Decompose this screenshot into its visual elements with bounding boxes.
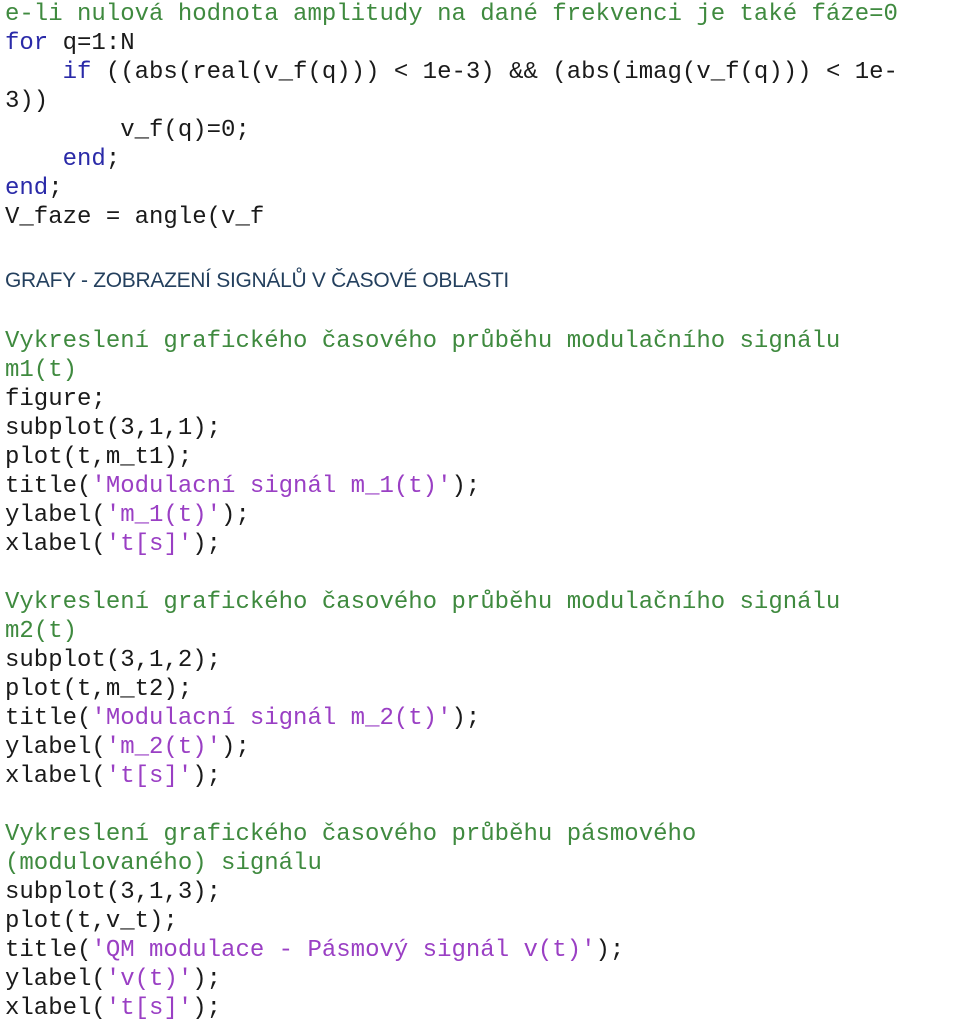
keyword: for	[5, 30, 49, 57]
code-line-ylabel: ylabel('m_1(t)');	[5, 501, 960, 530]
code-text: q=1:N	[48, 30, 135, 57]
string-literal: 'QM modulace - Pásmový signál v(t)'	[91, 937, 596, 964]
code-text: title(	[5, 473, 92, 500]
code-comment: Vykreslení grafického časového průběhu p…	[5, 821, 697, 848]
code-text: );	[451, 473, 481, 500]
string-literal: 't[s]'	[105, 995, 193, 1022]
string-literal: 'Modulacní signál m_1(t)'	[91, 473, 452, 500]
code-text: ylabel(	[5, 966, 106, 993]
code-comment: m2(t)	[5, 618, 78, 645]
code-line-figure: figure;	[5, 386, 106, 413]
code-line-subplot: subplot(3,1,3);	[5, 879, 222, 906]
code-line-end-inner: end;	[5, 145, 960, 174]
code-line-subplot: subplot(3,1,1);	[5, 415, 222, 442]
code-line-title: title('QM modulace - Pásmový signál v(t)…	[5, 936, 960, 965]
code-text: );	[451, 705, 481, 732]
code-line-ylabel: ylabel('v(t)');	[5, 965, 960, 994]
code-text: ;	[48, 175, 63, 202]
code-text: title(	[5, 705, 92, 732]
code-line-title: title('Modulacní signál m_2(t)');	[5, 704, 960, 733]
code-text: title(	[5, 937, 92, 964]
code-line-if-wrap: 3))	[5, 88, 49, 115]
code-line-ylabel: ylabel('m_2(t)');	[5, 733, 960, 762]
string-literal: 'Modulacní signál m_2(t)'	[91, 705, 452, 732]
string-literal: 'm_1(t)'	[105, 502, 222, 529]
string-literal: 'm_2(t)'	[105, 734, 222, 761]
string-literal: 't[s]'	[105, 531, 193, 558]
code-line-assign: v_f(q)=0;	[5, 117, 250, 144]
code-comment: (modulovaného) signálu	[5, 850, 322, 877]
code-text: );	[192, 531, 222, 558]
code-comment: e-li nulová hodnota amplitudy na dané fr…	[5, 1, 898, 28]
code-line-xlabel: xlabel('t[s]');	[5, 762, 960, 791]
code-comment: m1(t)	[5, 357, 78, 384]
code-line-title: title('Modulacní signál m_1(t)');	[5, 472, 960, 501]
code-text: ylabel(	[5, 502, 106, 529]
keyword: end	[5, 175, 49, 202]
code-text: ((abs(real(v_f(q))) < 1e-3) && (abs(imag…	[91, 59, 898, 86]
keyword: if	[62, 59, 92, 86]
code-line-subplot: subplot(3,1,2);	[5, 647, 222, 674]
code-text: );	[192, 763, 222, 790]
code-line-end-outer: end;	[5, 174, 960, 203]
code-text: );	[221, 502, 250, 529]
code-comment: Vykreslení grafického časového průběhu m…	[5, 589, 841, 616]
section-heading: GRAFY - ZOBRAZENÍ SIGNÁLŮ V ČASOVÉ OBLAS…	[5, 269, 509, 292]
code-text: xlabel(	[5, 763, 106, 790]
code-line-plot: plot(t,m_t1);	[5, 444, 193, 471]
code-document: e-li nulová hodnota amplitudy na dané fr…	[5, 0, 960, 1023]
code-line-plot: plot(t,m_t2);	[5, 676, 193, 703]
code-line-for: for q=1:N	[5, 29, 960, 58]
code-line-if: if ((abs(real(v_f(q))) < 1e-3) && (abs(i…	[5, 58, 960, 87]
code-text: xlabel(	[5, 531, 106, 558]
code-line-plot: plot(t,v_t);	[5, 908, 178, 935]
code-text: ;	[105, 146, 121, 173]
code-line-faze: V_faze = angle(v_f	[5, 204, 265, 231]
code-line-xlabel: xlabel('t[s]');	[5, 530, 960, 559]
code-text: );	[192, 995, 222, 1022]
code-line-xlabel: xlabel('t[s]');	[5, 994, 960, 1023]
code-comment: Vykreslení grafického časového průběhu m…	[5, 328, 841, 355]
code-text: );	[192, 966, 222, 993]
code-text: );	[221, 734, 250, 761]
keyword: end	[62, 146, 106, 173]
code-text: ylabel(	[5, 734, 106, 761]
code-text: );	[595, 937, 625, 964]
string-literal: 't[s]'	[105, 763, 193, 790]
string-literal: 'v(t)'	[105, 966, 193, 993]
code-text: xlabel(	[5, 995, 106, 1022]
